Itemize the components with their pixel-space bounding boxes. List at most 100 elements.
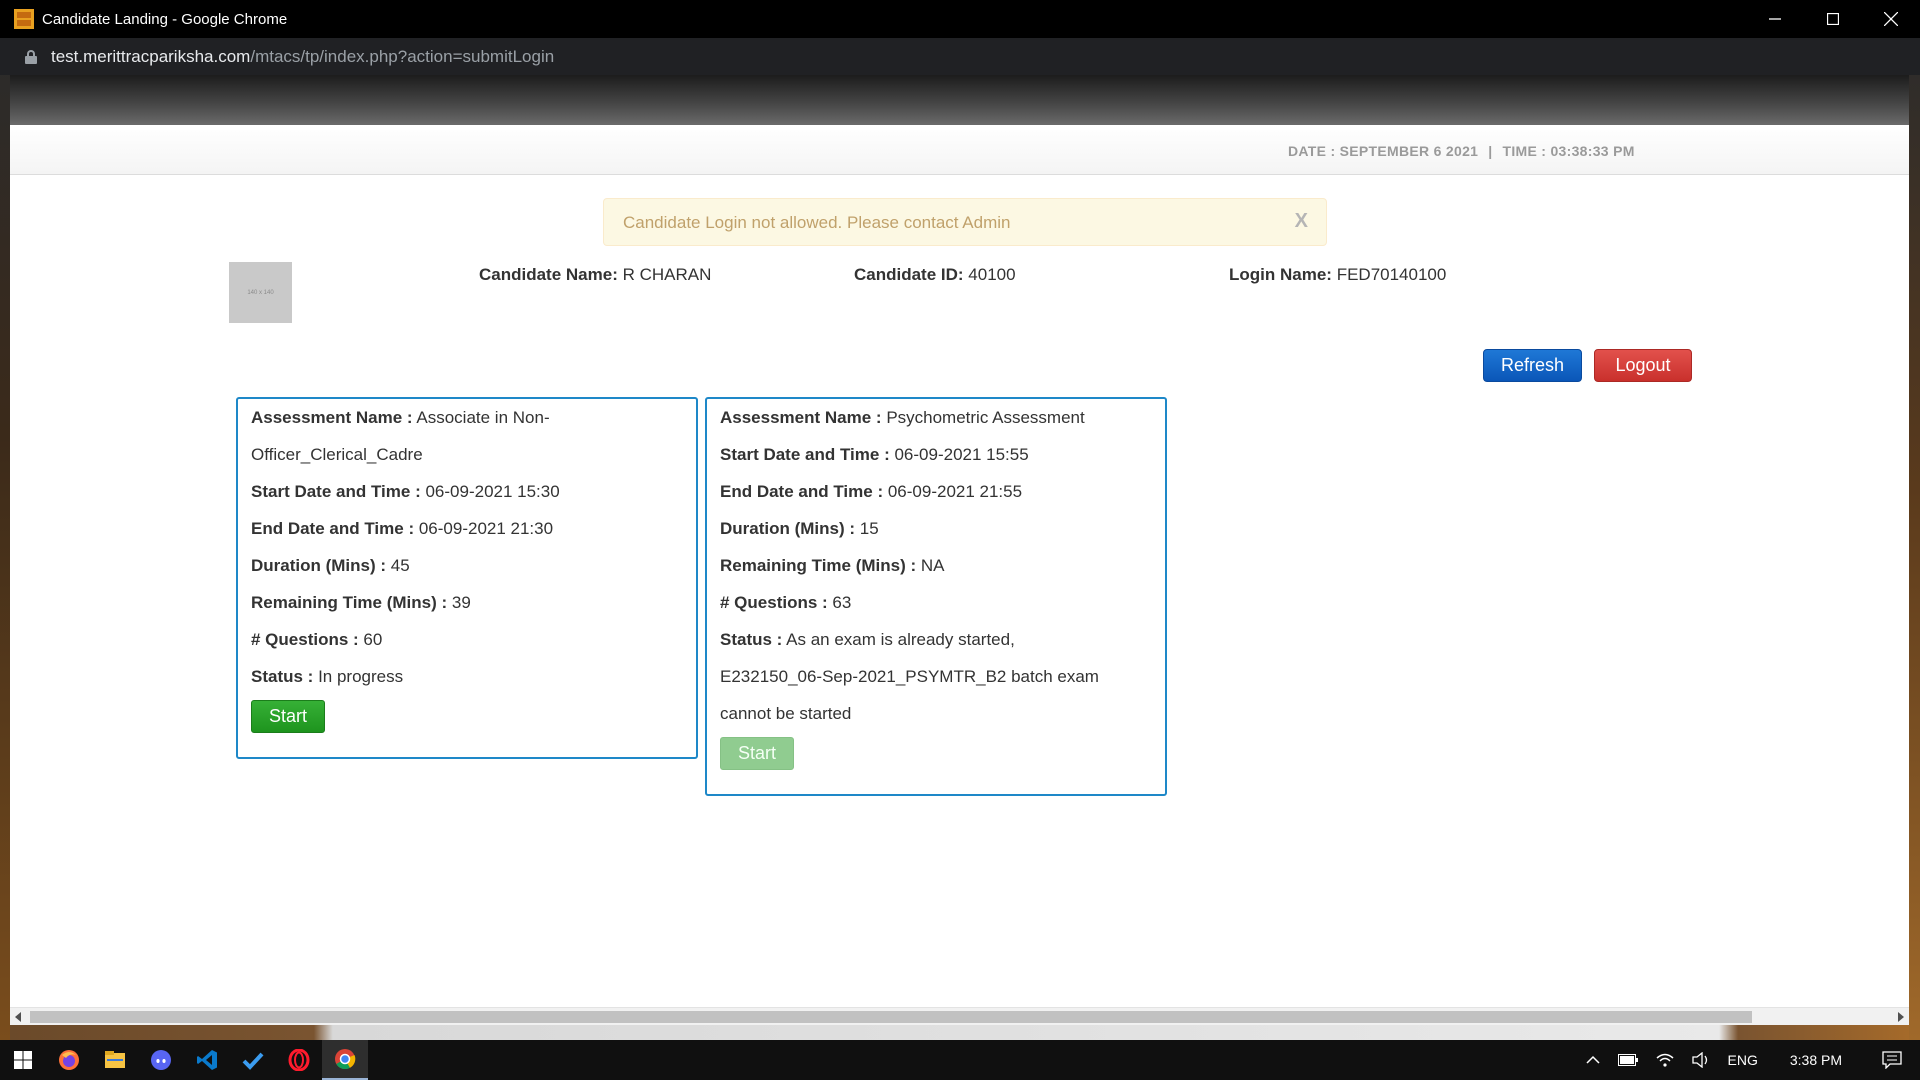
candidate-id-value: 40100 [968,265,1016,284]
remaining-time-row: Remaining Time (Mins) : 39 [251,593,471,613]
start-datetime-value: 06-09-2021 15:30 [425,482,560,501]
desktop-background-bottom [10,1025,1909,1040]
chrome-icon[interactable] [322,1040,368,1080]
status-continued-2: cannot be started [720,704,852,723]
questions-value: 63 [832,593,852,612]
windows-taskbar: ENG 3:38 PM [0,1040,1920,1080]
scroll-right-icon[interactable] [1898,1012,1904,1022]
status-row: Status : As an exam is already started, [720,630,1015,650]
duration-label: Duration (Mins) : [251,556,387,575]
end-datetime-row: End Date and Time : 06-09-2021 21:30 [251,519,553,539]
login-warning-alert: Candidate Login not allowed. Please cont… [603,198,1327,246]
todo-icon[interactable] [230,1040,276,1080]
remaining-time-value: 39 [451,593,471,612]
current-time: TIME : 03:38:33 PM [1502,143,1635,159]
assessment-card-1: Assessment Name : Associate in Non- Offi… [236,397,698,759]
close-icon [1884,12,1898,26]
assessment-name-value: Psychometric Assessment [886,408,1085,427]
maximize-icon [1827,13,1839,25]
questions-row: # Questions : 60 [251,630,382,650]
start-assessment-button[interactable]: Start [251,700,325,733]
file-explorer-icon[interactable] [92,1040,138,1080]
start-datetime-label: Start Date and Time : [720,445,890,464]
questions-value: 60 [363,630,383,649]
discord-icon[interactable] [138,1040,184,1080]
duration-row: Duration (Mins) : 15 [720,519,879,539]
assessment-card-2: Assessment Name : Psychometric Assessmen… [705,397,1167,796]
url-text[interactable]: test.merittracpariksha.com/mtacs/tp/inde… [51,47,554,67]
assessment-name-label: Assessment Name : [251,408,413,427]
chevron-up-icon [1585,1055,1600,1064]
status-row: Status : In progress [251,667,403,687]
login-name-value: FED70140100 [1336,265,1447,284]
page-header-banner [10,75,1909,125]
maximize-button[interactable] [1804,0,1862,38]
assessment-name-continued: Officer_Clerical_Cadre [251,445,423,464]
refresh-button[interactable]: Refresh [1483,349,1582,382]
end-datetime-value: 06-09-2021 21:30 [418,519,554,538]
duration-value: 45 [390,556,410,575]
taskbar-clock[interactable]: 3:38 PM [1790,1052,1842,1068]
start-assessment-button-disabled[interactable]: Start [720,737,794,770]
close-window-button[interactable] [1862,0,1920,38]
status-continued-1: E232150_06-Sep-2021_PSYMTR_B2 batch exam [720,667,1099,686]
opera-icon[interactable] [276,1040,322,1080]
date-time-separator: | [1488,143,1493,159]
end-datetime-label: End Date and Time : [251,519,415,538]
scroll-left-icon[interactable] [15,1012,21,1022]
duration-row: Duration (Mins) : 45 [251,556,410,576]
status-value: As an exam is already started, [786,630,1015,649]
assessment-name-value: Associate in Non- [416,408,550,427]
start-datetime-label: Start Date and Time : [251,482,421,501]
candidate-name-value: R CHARAN [622,265,712,284]
window-title: Candidate Landing - Google Chrome [42,10,288,28]
questions-label: # Questions : [251,630,359,649]
merittrac-app-icon [14,9,34,29]
logout-button[interactable]: Logout [1594,349,1692,382]
alert-close-button[interactable]: X [1295,210,1308,233]
duration-value: 15 [859,519,879,538]
status-value: In progress [318,667,404,686]
start-datetime-row: Start Date and Time : 06-09-2021 15:30 [251,482,560,502]
windows-start-icon[interactable] [0,1040,46,1080]
address-bar[interactable]: test.merittracpariksha.com/mtacs/tp/inde… [0,38,1920,75]
status-label: Status : [251,667,314,686]
start-datetime-value: 06-09-2021 15:55 [894,445,1029,464]
candidate-photo: 140 x 140 [229,262,292,323]
system-tray: ENG 3:38 PM [1585,1040,1920,1080]
minimize-button[interactable] [1746,0,1804,38]
battery-icon[interactable] [1617,1054,1638,1066]
url-host: test.merittracpariksha.com [51,46,251,66]
volume-icon[interactable] [1691,1052,1710,1068]
minimize-icon [1769,18,1781,20]
wifi-icon[interactable] [1656,1052,1674,1068]
candidate-name: Candidate Name: R CHARAN [479,265,711,285]
date-time-display: DATE : SEPTEMBER 6 2021 | TIME : 03:38:33 … [1288,143,1635,159]
show-hidden-icons-button[interactable] [1585,1055,1600,1065]
date-time-bar: DATE : SEPTEMBER 6 2021 | TIME : 03:38:33 … [10,125,1909,175]
page-viewport: DATE : SEPTEMBER 6 2021 | TIME : 03:38:33 … [10,75,1909,1026]
questions-row: # Questions : 63 [720,593,851,613]
login-name-label: Login Name: [1229,265,1332,284]
candidate-id: Candidate ID: 40100 [854,265,1016,285]
duration-label: Duration (Mins) : [720,519,856,538]
firefox-icon[interactable] [46,1040,92,1080]
vscode-icon[interactable] [184,1040,230,1080]
lock-icon[interactable] [25,49,37,64]
current-date: DATE : SEPTEMBER 6 2021 [1288,143,1479,159]
questions-label: # Questions : [720,593,828,612]
window-titlebar[interactable]: Candidate Landing - Google Chrome [0,0,1920,38]
assessment-name-label: Assessment Name : [720,408,882,427]
login-name: Login Name: FED70140100 [1229,265,1446,285]
window-controls [1746,0,1920,38]
end-datetime-row: End Date and Time : 06-09-2021 21:55 [720,482,1022,502]
end-datetime-value: 06-09-2021 21:55 [887,482,1023,501]
scrollbar-thumb[interactable] [30,1011,1752,1023]
horizontal-scrollbar[interactable] [10,1007,1909,1025]
action-center-icon[interactable] [1882,1051,1902,1069]
candidate-name-label: Candidate Name: [479,265,618,284]
candidate-id-label: Candidate ID: [854,265,964,284]
url-path: /mtacs/tp/index.php?action=submitLogin [250,46,555,66]
assessment-name-row: Assessment Name : Associate in Non- [251,408,550,428]
language-indicator[interactable]: ENG [1728,1052,1758,1068]
